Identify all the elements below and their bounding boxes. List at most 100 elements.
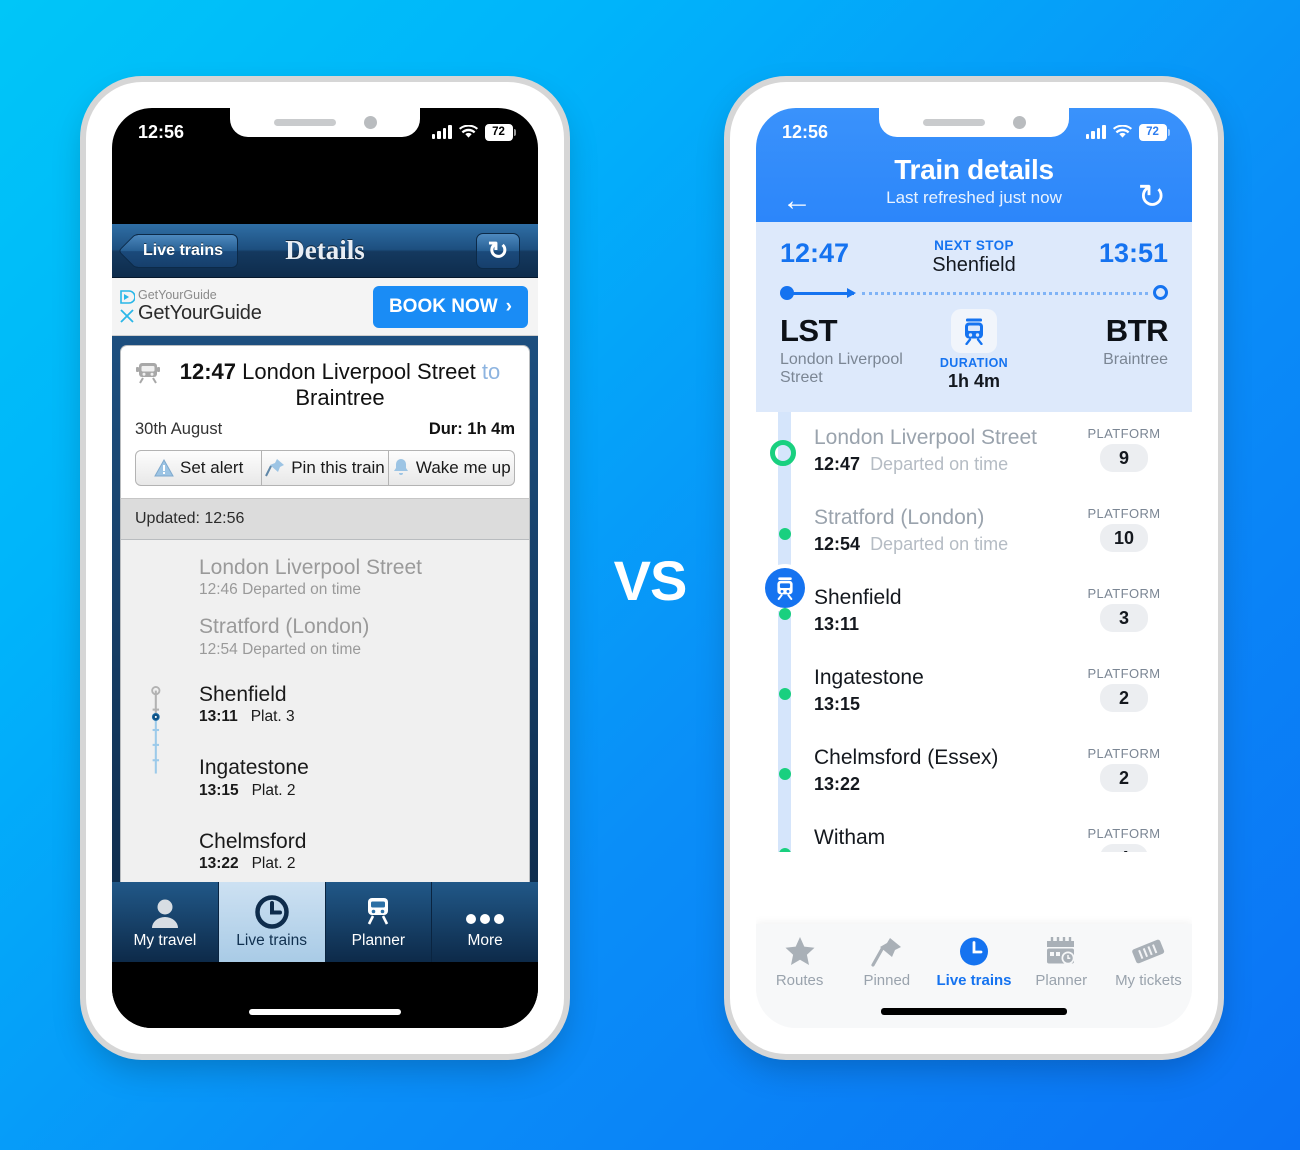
duration-value: 1h 4m [947,371,1001,391]
warning-triangle-icon [154,458,174,477]
table-row[interactable]: Chelmsford (Essex) 13:22 PLATFORM 2 [756,746,1192,826]
list-item[interactable]: London Liverpool Street 12:46 Departed o… [121,556,529,600]
earpiece-speaker [922,118,985,126]
tab-planner[interactable]: Planner [325,882,433,962]
train-icon [361,895,395,929]
stop-time: 12:47 Departed on time [814,454,1076,475]
ad-brand-name: GetYourGuide [138,301,262,324]
tab-more[interactable]: More [432,882,538,962]
table-row[interactable]: London Liverpool Street 12:47 Departed o… [756,426,1192,506]
front-camera [363,115,377,129]
journey-depart-time: 12:47 [179,359,237,384]
table-row[interactable]: Shenfield 13:11 PLATFORM 3 [756,568,1192,666]
legacy-tab-bar: My travel Live trains Planner More [112,882,538,962]
tab-routes[interactable]: Routes [756,936,843,989]
tab-my-tickets[interactable]: My tickets [1105,936,1192,989]
tab-label: Live trains [936,972,1012,989]
progress-arrow-icon [792,288,856,298]
close-icon[interactable] [119,308,135,324]
ticket-icon [1132,939,1165,964]
current-train-marker-icon [765,568,805,608]
home-indicator [881,1008,1067,1015]
journey-action-row: Set alert Pin this train Wake me up [135,449,515,486]
stop-meta: 13:22 Plat. 2 [199,855,529,873]
home-indicator [249,1009,401,1015]
progress-end-dot [1153,285,1168,300]
progress-remaining-track [862,292,1148,295]
destination-name: Braintree [1103,351,1168,368]
star-icon [785,937,815,965]
summary-arrive-time: 13:51 [1098,238,1168,268]
legacy-content: 12:47 London Liverpool Street to Braintr… [112,336,538,920]
platform-number: 2 [1100,764,1148,792]
train-icon [951,309,997,353]
refresh-button[interactable]: ↻ [1138,180,1167,214]
ad-banner[interactable]: GetYourGuide GetYourGuide BOOK NOW › [112,278,538,336]
legacy-app-body: Details Live trains ↻ GetYourGuide GetYo… [112,224,538,1028]
wifi-icon [1112,125,1132,138]
set-alert-button[interactable]: Set alert [135,449,263,486]
tab-my-travel[interactable]: My travel [112,882,219,962]
book-now-button[interactable]: BOOK NOW › [372,285,528,328]
last-refreshed-text: Last refreshed just now [886,188,1062,207]
battery-level: 72 [484,123,513,141]
pin-this-train-label: Pin this train [291,457,385,477]
stop-status: Departed on time [870,534,1009,555]
list-item[interactable]: Shenfield 13:11 Plat. 3 [121,683,529,727]
pin-this-train-button[interactable]: Pin this train [262,449,389,486]
tab-label: Planner [351,931,406,949]
stop-time-value: 13:11 [814,614,860,635]
tab-pinned[interactable]: Pinned [843,936,930,989]
journey-duration: Dur: 1h 4m [428,419,515,438]
chevron-right-icon: › [505,295,512,317]
bell-icon [393,459,408,476]
clock-icon [960,937,988,966]
next-stop-name: Shenfield [932,254,1016,276]
table-row[interactable]: Stratford (London) 12:54 Departed on tim… [756,506,1192,586]
list-item[interactable]: Stratford (London) 12:54 Departed on tim… [121,615,529,659]
back-button[interactable]: ← [782,186,812,216]
stop-time: 13:22 [814,774,1076,795]
wake-me-up-button[interactable]: Wake me up [388,449,515,486]
cellular-bars-icon [1085,124,1106,139]
modern-stop-list: London Liverpool Street 12:47 Departed o… [756,412,1192,852]
platform-label: PLATFORM [1087,666,1161,681]
journey-summary-card: 12:47 London Liverpool Street to Braintr… [120,345,530,498]
stop-name: Witham [814,826,886,849]
stop-meta: 12:54 Departed on time [199,640,361,658]
table-row[interactable]: Ingatestone 13:15 PLATFORM 2 [756,666,1192,746]
tab-label: Routes [775,972,824,989]
set-alert-label: Set alert [180,457,244,477]
list-item[interactable]: Chelmsford 13:22 Plat. 2 [121,830,529,874]
notch [879,108,1069,137]
legacy-app-phone: 12:56 72 Details Live trains ↻ GetYourGu… [86,82,564,1054]
legacy-app-screen: 12:56 72 Details Live trains ↻ GetYourGu… [112,108,538,1028]
wifi-icon [458,125,478,138]
modern-app-phone: 12:56 72 ← Train details Last refreshed … [730,82,1218,1054]
status-bar-time: 12:56 [782,121,829,142]
back-button-live-trains[interactable]: Live trains [132,233,239,268]
modern-app-screen: 12:56 72 ← Train details Last refreshed … [756,108,1192,1028]
list-item[interactable]: Ingatestone 13:15 Plat. 2 [121,756,529,800]
tab-planner[interactable]: Planner [1018,936,1105,989]
tab-label: Planner [1035,972,1088,989]
table-row[interactable]: Witham 13:34 PLATFORM 4 [756,826,1192,852]
updated-banner: Updated: 12:56 [120,497,530,540]
stop-platform: Plat. 2 [251,855,296,873]
platform-number: 9 [1100,444,1148,472]
stop-time: 13:22 [199,855,239,873]
stop-name: Ingatestone [199,756,309,780]
stop-name: Stratford (London) [199,615,370,639]
stop-dot-icon [778,688,791,700]
status-bar-time: 12:56 [138,121,185,142]
tab-label: Pinned [863,972,911,989]
adchoices-icon[interactable] [119,289,135,305]
platform-number: 10 [1100,524,1148,552]
tab-live-trains[interactable]: Live trains [218,882,326,962]
duration-label: DURATION [939,356,1009,370]
journey-origin: London Liverpool Street [242,359,476,384]
platform-number: 2 [1100,684,1148,712]
tab-live-trains[interactable]: Live trains [930,936,1017,989]
tab-label: My travel [133,931,197,949]
refresh-button[interactable]: ↻ [476,232,520,269]
